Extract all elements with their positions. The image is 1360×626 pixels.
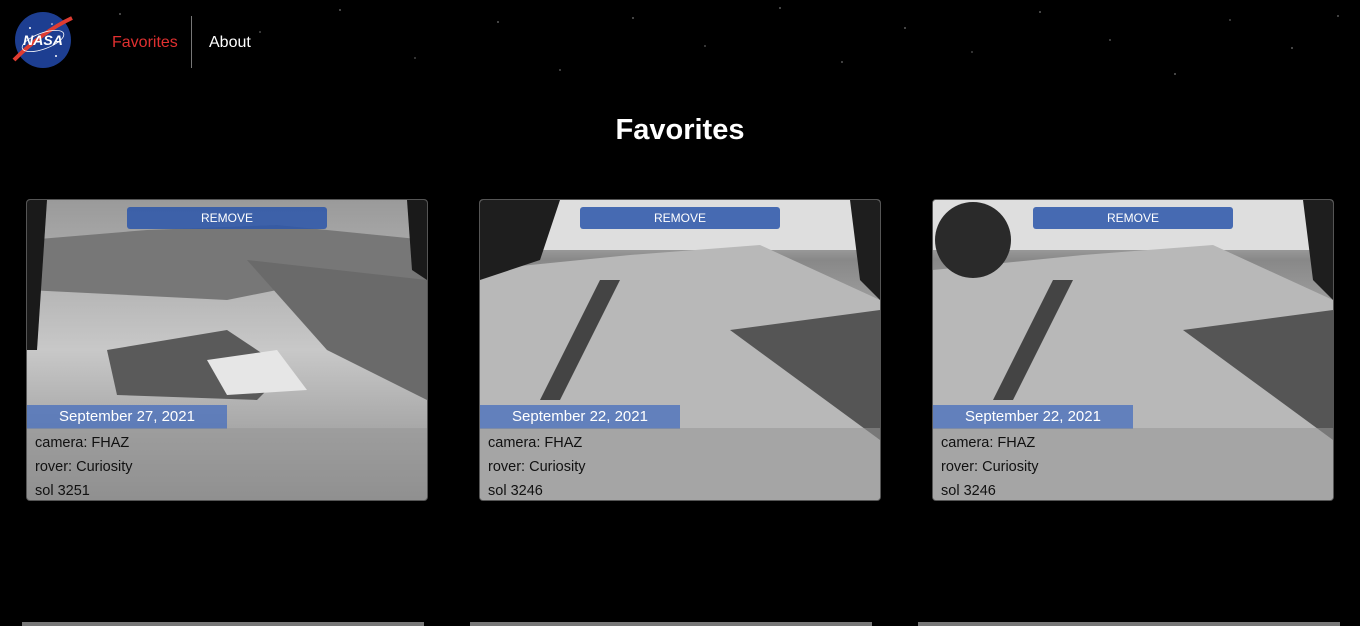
date-badge: September 22, 2021: [480, 405, 680, 429]
next-row-card[interactable]: [22, 622, 424, 626]
remove-button[interactable]: REMOVE: [1033, 207, 1233, 229]
nav-about-link[interactable]: About: [209, 34, 251, 52]
sol-label: sol 3246: [488, 483, 543, 499]
rover-label: rover: Curiosity: [941, 459, 1039, 475]
camera-label: camera: FHAZ: [35, 435, 130, 451]
sol-label: sol 3246: [941, 483, 996, 499]
favorite-card: REMOVE September 27, 2021 camera: FHAZ r…: [26, 199, 428, 501]
remove-button[interactable]: REMOVE: [580, 207, 780, 229]
nasa-logo[interactable]: NASA: [12, 10, 74, 70]
site-header: NASA Favorites About: [0, 0, 1360, 88]
photo-info: camera: FHAZ rover: Curiosity sol 3246: [480, 428, 880, 500]
rover-label: rover: Curiosity: [35, 459, 133, 475]
camera-label: camera: FHAZ: [488, 435, 583, 451]
photo-info: camera: FHAZ rover: Curiosity sol 3246: [933, 428, 1333, 500]
next-row-card[interactable]: [470, 622, 872, 626]
page-title: Favorites: [615, 114, 745, 146]
nav-favorites-link[interactable]: Favorites: [112, 34, 178, 52]
camera-label: camera: FHAZ: [941, 435, 1036, 451]
rover-label: rover: Curiosity: [488, 459, 586, 475]
logo-text: NASA: [23, 32, 63, 48]
next-row-card[interactable]: [918, 622, 1340, 626]
favorite-card: REMOVE September 22, 2021 camera: FHAZ r…: [479, 199, 881, 501]
favorite-card: REMOVE September 22, 2021 camera: FHAZ r…: [932, 199, 1334, 501]
date-badge: September 22, 2021: [933, 405, 1133, 429]
remove-button[interactable]: REMOVE: [127, 207, 327, 229]
nav-divider: [191, 16, 192, 68]
date-badge: September 27, 2021: [27, 405, 227, 429]
sol-label: sol 3251: [35, 483, 90, 499]
photo-info: camera: FHAZ rover: Curiosity sol 3251: [27, 428, 427, 500]
